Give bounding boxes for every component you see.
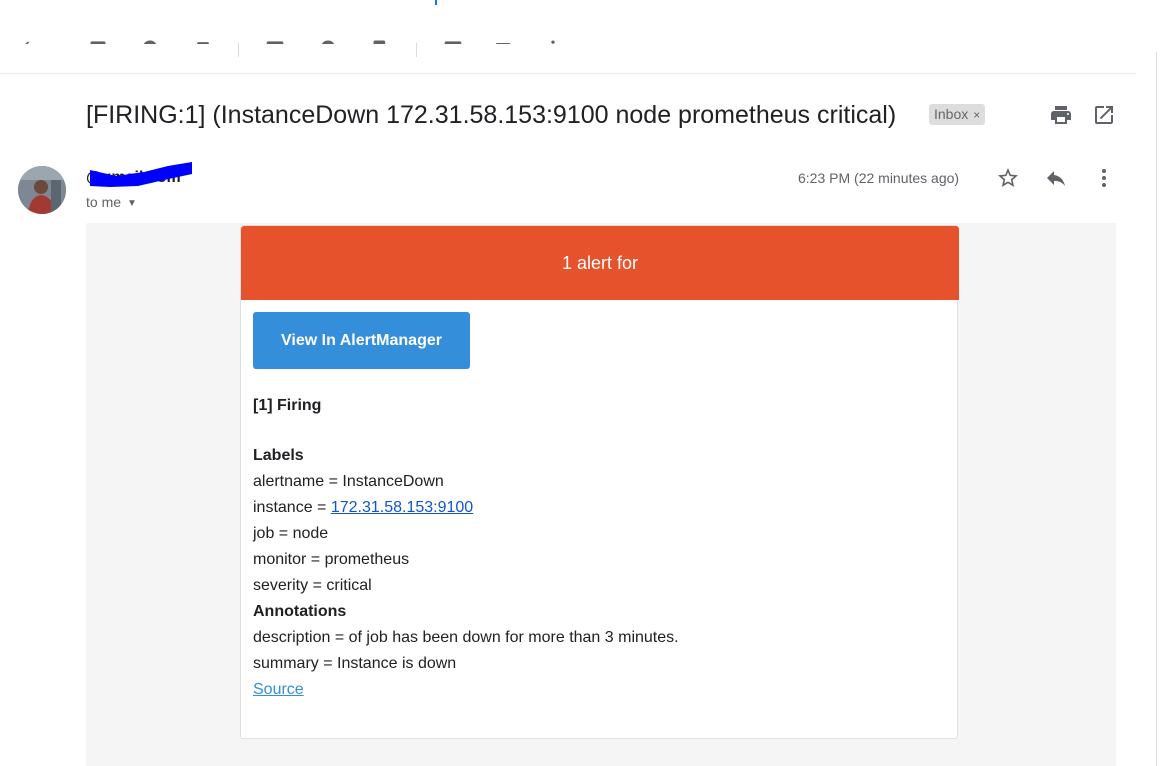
- label-value: prometheus: [324, 551, 410, 568]
- recipient-label: to me: [86, 194, 122, 210]
- snooze-icon[interactable]: [318, 38, 338, 45]
- archive-icon[interactable]: [88, 38, 108, 45]
- label-row: severity = critical: [253, 576, 372, 596]
- recipient-details[interactable]: to me ▼: [86, 194, 137, 212]
- annotations-header: Annotations: [253, 603, 347, 620]
- annotation-value: Instance is down: [337, 655, 457, 672]
- label-key: instance =: [253, 499, 331, 516]
- source-link[interactable]: Source: [253, 681, 304, 698]
- more-icon[interactable]: [543, 38, 563, 44]
- add-task-icon[interactable]: [371, 38, 391, 45]
- view-in-alertmanager-button[interactable]: View In AlertManager: [253, 312, 470, 369]
- annotation-key: description =: [253, 629, 349, 646]
- toolbar-divider: [416, 43, 417, 57]
- tab-indicator: [435, 0, 437, 5]
- label-key: severity =: [253, 577, 327, 594]
- scrollbar-track: [1156, 52, 1157, 766]
- open-in-new-window-icon[interactable]: [1092, 103, 1116, 127]
- label-value: critical: [326, 577, 372, 594]
- label-badge-text: Inbox: [934, 106, 969, 122]
- label-key: monitor =: [253, 551, 325, 568]
- annotation-key: summary =: [253, 655, 338, 672]
- reply-icon[interactable]: [1044, 166, 1068, 190]
- source-row: Source: [253, 680, 304, 700]
- label-row: alertname = InstanceDown: [253, 472, 444, 492]
- label-value: InstanceDown: [342, 473, 444, 490]
- alert-banner: 1 alert for: [241, 226, 959, 300]
- redaction-scribble: [90, 162, 192, 187]
- annotation-value: of job has been down for more than 3 min…: [348, 629, 679, 646]
- report-spam-icon[interactable]: [140, 38, 160, 45]
- label-row: job = node: [253, 524, 328, 544]
- delete-icon[interactable]: [193, 38, 213, 45]
- more-vert-icon[interactable]: [1092, 166, 1116, 190]
- remove-label-icon[interactable]: ×: [973, 108, 980, 122]
- annotation-row: summary = Instance is down: [253, 654, 456, 674]
- label-value: node: [292, 525, 329, 542]
- label-row: instance = 172.31.58.153:9100: [253, 498, 473, 518]
- label-key: job =: [253, 525, 293, 542]
- label-key: alertname =: [253, 473, 343, 490]
- move-to-icon[interactable]: [443, 38, 463, 45]
- toolbar-divider: [238, 43, 239, 57]
- labels-icon[interactable]: [494, 38, 514, 45]
- message-toolbar: [0, 0, 1136, 74]
- label-row: monitor = prometheus: [253, 550, 409, 570]
- message-timestamp: 6:23 PM (22 minutes ago): [798, 170, 960, 186]
- print-icon[interactable]: [1049, 103, 1073, 127]
- annotation-row: description = of job has been down for m…: [253, 628, 679, 648]
- instance-link[interactable]: 172.31.58.153:9100: [331, 499, 473, 516]
- chevron-down-icon[interactable]: ▼: [127, 198, 137, 209]
- mark-unread-icon[interactable]: [265, 38, 285, 45]
- inbox-label-badge[interactable]: Inbox ×: [929, 104, 986, 125]
- star-icon[interactable]: [996, 166, 1020, 190]
- back-icon[interactable]: [18, 38, 38, 45]
- labels-header: Labels: [253, 447, 304, 464]
- firing-header: [1] Firing: [253, 397, 322, 414]
- email-subject: [FIRING:1] (InstanceDown 172.31.58.153:9…: [86, 101, 897, 129]
